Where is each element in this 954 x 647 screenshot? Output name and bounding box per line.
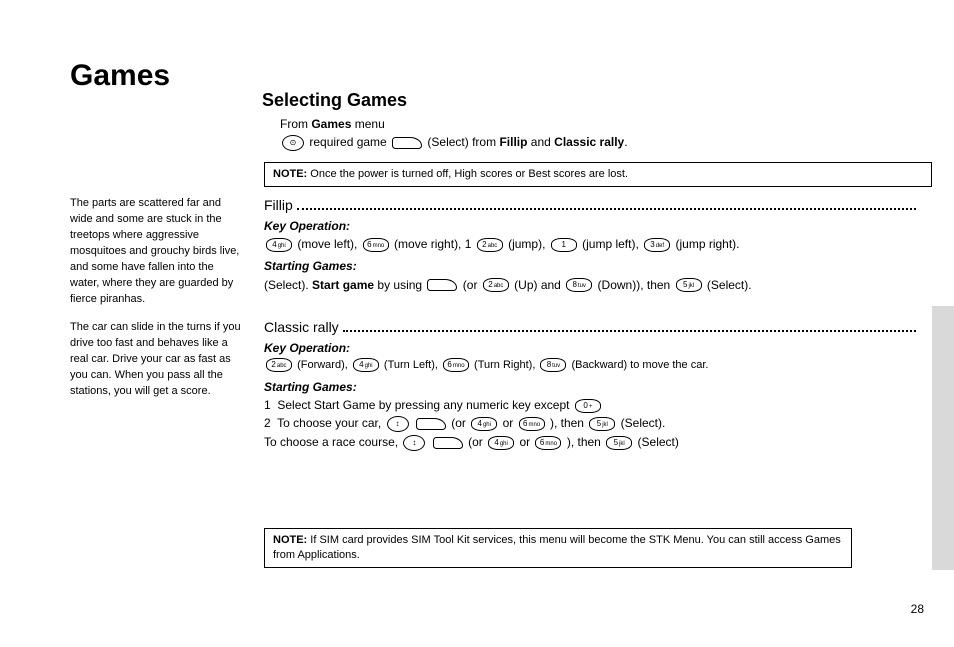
txt: To choose your car, (277, 416, 381, 430)
txt: (move right), 1 (394, 237, 471, 251)
txt: or (503, 416, 514, 430)
txt: (or (451, 416, 466, 430)
intro-and: and (531, 135, 551, 149)
intro-block: From Games menu ⊙ required game (Select)… (280, 114, 910, 153)
side-tab (932, 306, 954, 570)
dpad-icon: ↕ (403, 435, 425, 451)
key-6-icon: 6mno (363, 238, 389, 252)
txt: (or (463, 278, 478, 292)
rally-heading-row: Classic rally (264, 318, 920, 337)
txt: or (519, 435, 530, 449)
txt: (Up) and (514, 278, 561, 292)
leader-dots (297, 208, 916, 210)
key-6-icon: 6mno (443, 358, 469, 372)
side-tab-label: Games (950, 579, 954, 622)
intro-select: (Select) from (427, 135, 496, 149)
dpad-icon: ⊙ (282, 135, 304, 151)
fillip-start-text: (Select). Start game by using (or 2abc (… (264, 277, 920, 293)
rally-start-label: Starting Games: (264, 379, 920, 395)
rally-heading: Classic rally (264, 318, 339, 337)
txt: (Backward) to move the car. (572, 359, 709, 371)
softkey-icon (392, 137, 422, 149)
note1-text: Once the power is turned off, High score… (310, 168, 628, 180)
txt: Select Start Game by pressing any numeri… (277, 398, 569, 412)
page-title: Games (70, 56, 170, 97)
txt: (Forward), (297, 359, 348, 371)
txt: (or (468, 435, 483, 449)
page-number: 28 (911, 601, 924, 617)
fillip-blurb: The parts are scattered far and wide and… (70, 196, 242, 308)
key-8-icon: 8tuv (566, 278, 592, 292)
key-2-icon: 2abc (483, 278, 509, 292)
key-4-icon: 4ghi (471, 417, 497, 431)
intro-games: Games (311, 117, 351, 131)
rally-keyop-label: Key Operation: (264, 340, 920, 356)
txt: (Select). (707, 278, 752, 292)
fillip-keyop-label: Key Operation: (264, 218, 920, 234)
fillip-keyop-text: 4ghi (move left), 6mno (move right), 1 2… (264, 236, 920, 252)
intro-from: From (280, 117, 308, 131)
note2-label: NOTE: (273, 534, 307, 546)
txt: ), then (550, 416, 584, 430)
txt: Start game (312, 278, 374, 292)
rally-body: Key Operation: 2abc (Forward), 4ghi (Tur… (264, 338, 920, 453)
rally-step2b: To choose a race course, ↕ (or 4ghi or 6… (264, 434, 920, 451)
note1-label: NOTE: (273, 168, 307, 180)
key-2-icon: 2abc (477, 238, 503, 252)
fillip-body: Key Operation: 4ghi (move left), 6mno (m… (264, 216, 920, 295)
txt: (Select). (621, 416, 666, 430)
key-4-icon: 4ghi (266, 238, 292, 252)
key-5-icon: 5jkl (589, 417, 615, 431)
rally-step2: 2 To choose your car, ↕ (or 4ghi or 6mno… (264, 415, 920, 432)
txt: (jump right). (676, 237, 740, 251)
key-8-icon: 8tuv (540, 358, 566, 372)
txt: (move left), (297, 237, 357, 251)
key-4-icon: 4ghi (353, 358, 379, 372)
fillip-heading-row: Fillip (264, 196, 920, 215)
intro-fillip: Fillip (499, 135, 527, 149)
key-1-icon: 1 (551, 238, 577, 252)
key-5-icon: 5jkl (676, 278, 702, 292)
txt: (Select). (264, 278, 309, 292)
txt: (jump), (508, 237, 545, 251)
key-4-icon: 4ghi (488, 436, 514, 450)
txt: by using (377, 278, 422, 292)
key-6-icon: 6mno (535, 436, 561, 450)
txt: To choose a race course, (264, 435, 398, 449)
key-0-icon: 0+ (575, 399, 601, 413)
rally-blurb: The car can slide in the turns if you dr… (70, 320, 242, 400)
txt: (Turn Left), (384, 359, 438, 371)
note2-text: If SIM card provides SIM Tool Kit servic… (273, 534, 841, 561)
step-num: 1 (264, 398, 271, 412)
softkey-icon (433, 437, 463, 449)
txt: (Down)), then (598, 278, 671, 292)
dpad-icon: ↕ (387, 416, 409, 432)
rally-step1: 1 Select Start Game by pressing any nume… (264, 397, 920, 413)
softkey-icon (416, 418, 446, 430)
leader-dots (343, 330, 916, 332)
step-num: 2 (264, 416, 271, 430)
softkey-icon (427, 279, 457, 291)
intro-classic: Classic rally (554, 135, 624, 149)
txt: ), then (567, 435, 601, 449)
key-5-icon: 5jkl (606, 436, 632, 450)
fillip-heading: Fillip (264, 196, 293, 215)
section-title: Selecting Games (262, 88, 407, 112)
txt: (Select) (638, 435, 679, 449)
rally-keyop-text: 2abc (Forward), 4ghi (Turn Left), 6mno (… (264, 358, 920, 373)
note-box-2: NOTE: If SIM card provides SIM Tool Kit … (264, 528, 852, 568)
txt: (jump left), (582, 237, 639, 251)
key-6-icon: 6mno (519, 417, 545, 431)
key-2-icon: 2abc (266, 358, 292, 372)
txt: (Turn Right), (474, 359, 535, 371)
fillip-start-label: Starting Games: (264, 258, 920, 274)
note-box-1: NOTE: Once the power is turned off, High… (264, 162, 932, 187)
key-3-icon: 3def (644, 238, 670, 252)
intro-required: required game (309, 135, 386, 149)
intro-menu: menu (355, 117, 385, 131)
